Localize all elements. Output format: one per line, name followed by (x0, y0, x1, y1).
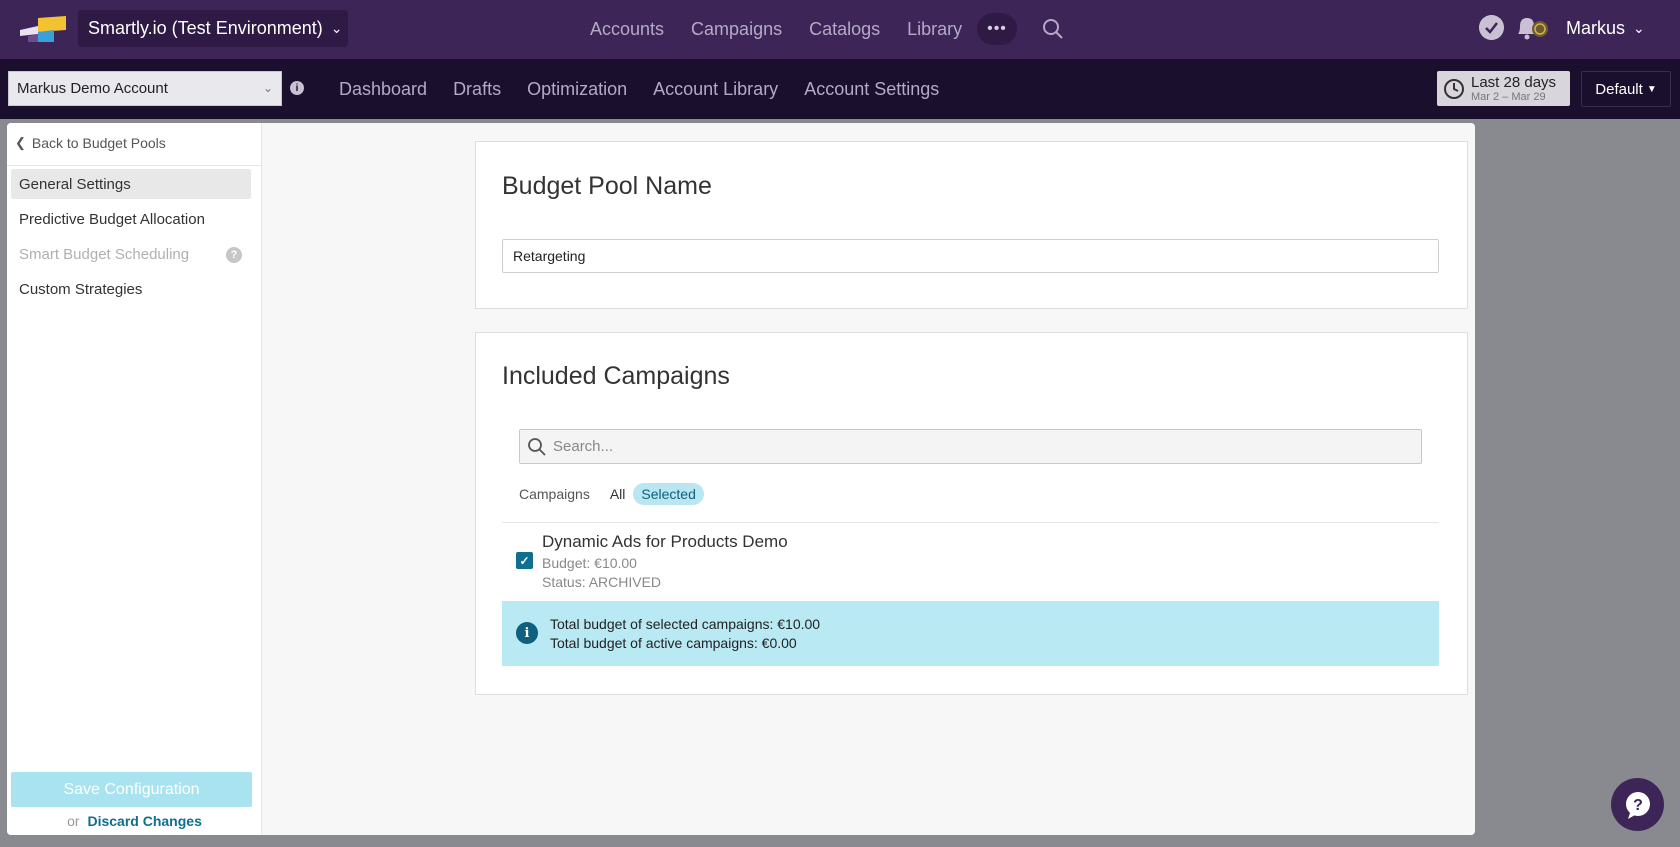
nav-account-library[interactable]: Account Library (653, 79, 778, 100)
environment-selector[interactable]: Smartly.io (Test Environment) ⌄ (78, 10, 348, 47)
date-range-label: Last 28 days (1471, 73, 1557, 91)
filter-label: Campaigns (519, 486, 590, 502)
campaign-name: Dynamic Ads for Products Demo (542, 532, 788, 551)
search-icon[interactable] (1042, 18, 1064, 40)
checkmark-circle-icon[interactable] (1479, 15, 1504, 40)
account-selector[interactable]: Markus Demo Account ⌄ (8, 71, 282, 106)
filter-selected[interactable]: Selected (633, 483, 704, 505)
sidebar-item-custom-strategies[interactable]: Custom Strategies (11, 274, 251, 304)
search-input[interactable] (553, 438, 1353, 455)
nav-drafts[interactable]: Drafts (453, 79, 501, 100)
smartly-logo-icon[interactable] (20, 16, 66, 42)
save-configuration-button[interactable]: Save Configuration (11, 772, 252, 807)
divider (502, 522, 1439, 523)
divider (7, 165, 262, 166)
search-icon (528, 437, 546, 456)
discard-changes-link[interactable]: Discard Changes (87, 813, 201, 829)
svg-text:?: ? (1633, 797, 1643, 814)
active-budget-total: Total budget of active campaigns: €0.00 (550, 635, 797, 651)
card-title: Included Campaigns (502, 362, 730, 390)
bell-icon[interactable] (1514, 14, 1550, 42)
included-campaigns-card: Included Campaigns Campaigns All Selecte… (475, 332, 1468, 695)
budget-summary-info: i Total budget of selected campaigns: €1… (502, 601, 1439, 666)
question-mark-icon: ? (1625, 791, 1650, 819)
top-bar: Smartly.io (Test Environment) ⌄ Accounts… (0, 0, 1680, 59)
help-chat-button[interactable]: ? (1611, 778, 1664, 831)
view-selector[interactable]: Default ▼ (1581, 71, 1671, 107)
settings-sidebar: ❮ Back to Budget Pools General Settings … (7, 123, 262, 835)
top-nav: Accounts Campaigns Catalogs Library (590, 0, 989, 59)
chevron-down-icon: ⌄ (1633, 20, 1645, 36)
user-name: Markus (1566, 18, 1626, 38)
sidebar-item-general-settings[interactable]: General Settings (11, 169, 251, 199)
back-to-budget-pools-link[interactable]: ❮ Back to Budget Pools (15, 135, 166, 151)
date-range-detail: Mar 2 – Mar 29 (1471, 90, 1546, 103)
nav-catalogs[interactable]: Catalogs (809, 19, 880, 40)
view-label: Default (1595, 80, 1643, 98)
card-title: Budget Pool Name (502, 172, 712, 200)
more-menu-button[interactable]: ••• (977, 13, 1017, 45)
campaign-status: Status: ARCHIVED (542, 574, 662, 590)
campaign-filters: Campaigns All Selected (519, 483, 704, 505)
nav-dashboard[interactable]: Dashboard (339, 79, 427, 100)
selected-budget-total: Total budget of selected campaigns: €10.… (550, 616, 821, 632)
account-bar: Markus Demo Account ⌄ i Dashboard Drafts… (0, 59, 1680, 119)
budget-pool-name-input[interactable]: Retargeting (502, 239, 1439, 273)
caret-down-icon: ▼ (1646, 83, 1657, 95)
chevron-left-icon: ❮ (15, 135, 26, 150)
campaign-search[interactable] (519, 429, 1422, 464)
info-icon[interactable]: i (290, 81, 304, 95)
sidebar-item-predictive-budget-allocation[interactable]: Predictive Budget Allocation (11, 204, 251, 234)
account-nav: Dashboard Drafts Optimization Account Li… (339, 59, 965, 119)
chevron-down-icon: ⌄ (330, 20, 343, 36)
environment-label: Smartly.io (Test Environment) (88, 18, 323, 38)
nav-accounts[interactable]: Accounts (590, 19, 664, 40)
date-range-picker[interactable]: Last 28 days Mar 2 – Mar 29 (1437, 71, 1570, 106)
nav-campaigns[interactable]: Campaigns (691, 19, 782, 40)
or-label: or (67, 813, 80, 829)
nav-account-settings[interactable]: Account Settings (804, 79, 939, 100)
chevron-down-icon: ⌄ (262, 81, 273, 95)
budget-pool-name-card: Budget Pool Name Retargeting (475, 141, 1468, 309)
clock-icon (1444, 78, 1464, 99)
info-icon: i (516, 622, 538, 644)
discard-row: or Discard Changes (7, 813, 262, 829)
campaign-checkbox[interactable]: ✓ (516, 552, 533, 569)
campaign-budget: Budget: €10.00 (542, 555, 637, 571)
help-icon[interactable]: ? (226, 247, 242, 263)
sidebar-item-smart-budget-scheduling: Smart Budget Scheduling (19, 245, 190, 263)
budget-pool-panel: ❮ Back to Budget Pools General Settings … (7, 123, 1475, 835)
account-name: Markus Demo Account (17, 80, 168, 97)
nav-library[interactable]: Library (907, 19, 962, 40)
nav-optimization[interactable]: Optimization (527, 79, 627, 100)
filter-all[interactable]: All (608, 484, 628, 504)
user-menu[interactable]: Markus ⌄ (1566, 18, 1645, 39)
back-label: Back to Budget Pools (31, 135, 166, 151)
